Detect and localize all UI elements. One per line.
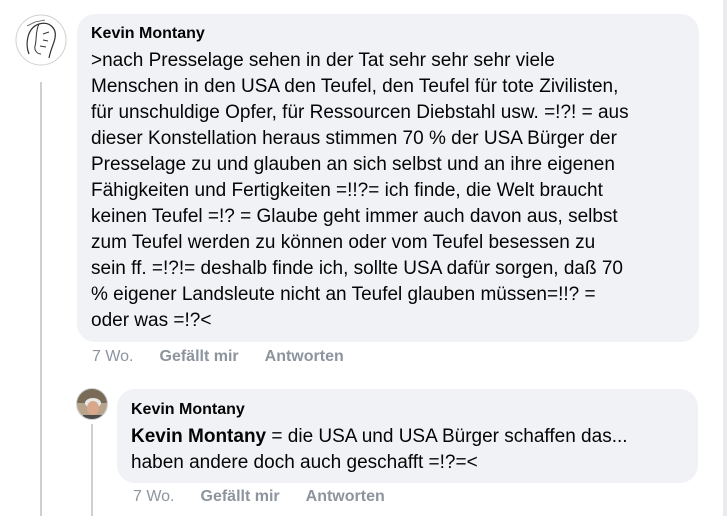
comment-text-line: oder was =!?< xyxy=(91,310,212,331)
reply-author[interactable]: Kevin Montany xyxy=(131,400,684,420)
comment-text-line: sein ff. =!?!= deshalb finde ich, sollte… xyxy=(91,258,623,279)
reply-button[interactable]: Antworten xyxy=(265,347,344,367)
scrollbar[interactable] xyxy=(723,0,727,516)
avatar[interactable] xyxy=(76,388,108,420)
like-button[interactable]: Gefällt mir xyxy=(201,487,280,507)
like-button[interactable]: Gefällt mir xyxy=(160,347,239,367)
reply-text-line: Kevin Montany = die USA und USA Bürger s… xyxy=(131,424,684,450)
comment-actions: 7 Wo. Gefällt mir Antworten xyxy=(92,347,344,367)
reply-actions: 7 Wo. Gefällt mir Antworten xyxy=(133,487,385,507)
sketch-face-avatar-icon xyxy=(15,14,67,66)
reply-text-line: haben andere doch auch geschafft =!?=< xyxy=(131,452,478,473)
comment-text-line: für unschuldige Opfer, für Ressourcen Di… xyxy=(91,102,629,123)
reply-text: Kevin Montany = die USA und USA Bürger s… xyxy=(131,424,684,476)
comment-text-line: Fähigkeiten und Fertigkeiten =!!?= ich f… xyxy=(91,180,603,201)
comment-author[interactable]: Kevin Montany xyxy=(91,24,685,44)
comment-text-line: zum Teufel werden zu können oder vom Teu… xyxy=(91,232,596,253)
comment-text-line: Presselage zu und glauben an sich selbst… xyxy=(91,154,615,175)
reply-thread-line xyxy=(91,424,93,516)
comment-text-line: % eigener Landsleute nicht an Teufel gla… xyxy=(91,284,596,305)
reply-text-rest: = die USA und USA Bürger schaffen das... xyxy=(266,426,628,447)
comment-text: >nach Presselage sehen in der Tat sehr s… xyxy=(91,48,685,334)
mention-link[interactable]: Kevin Montany xyxy=(131,426,266,447)
photo-avatar-icon xyxy=(77,389,107,419)
comment-text-line: >nach Presselage sehen in der Tat sehr s… xyxy=(91,50,555,71)
reply-button[interactable]: Antworten xyxy=(306,487,385,507)
reply-timestamp[interactable]: 7 Wo. xyxy=(133,487,175,507)
comment-text-line: Menschen in den USA den Teufel, den Teuf… xyxy=(91,76,619,97)
comment-text-line: keinen Teufel =!? = Glaube geht immer au… xyxy=(91,206,618,227)
reply-bubble: Kevin Montany Kevin Montany = die USA un… xyxy=(117,389,698,483)
comment-thread: Kevin Montany >nach Presselage sehen in … xyxy=(0,0,727,516)
comment-bubble: Kevin Montany >nach Presselage sehen in … xyxy=(77,14,699,342)
avatar[interactable] xyxy=(15,14,67,66)
comment-timestamp[interactable]: 7 Wo. xyxy=(92,347,134,367)
comment-text-line: dieser Konstellation heraus stimmen 70 %… xyxy=(91,128,617,149)
thread-line xyxy=(40,82,42,516)
